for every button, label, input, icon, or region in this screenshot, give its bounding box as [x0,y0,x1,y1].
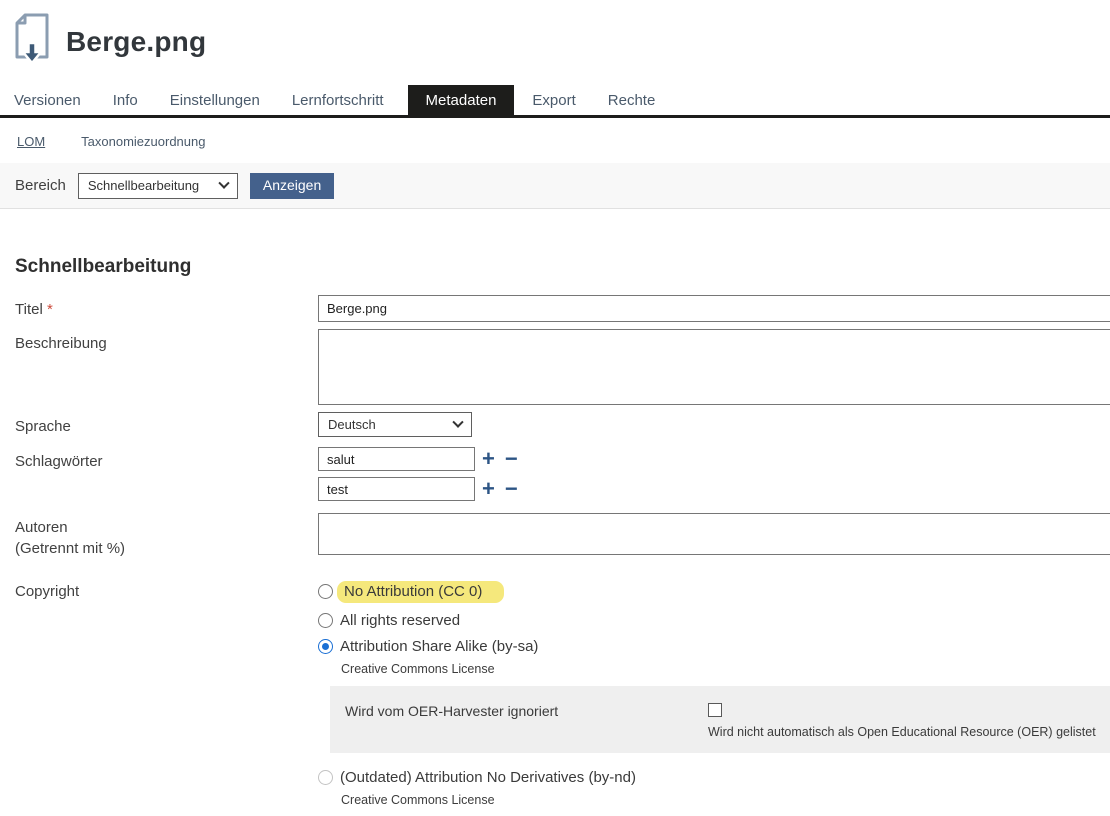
add-keyword-icon[interactable]: + [482,479,495,499]
file-download-icon [12,12,52,71]
page-title: Berge.png [66,26,206,58]
chevron-down-icon [452,416,463,427]
bereich-bar: Bereich Schnellbearbeitung Anzeigen [0,163,1110,209]
cc-license-note: Creative Commons License [341,662,1110,676]
sprache-label: Sprache [15,412,318,437]
bereich-label: Bereich [15,177,66,194]
radio-icon[interactable] [318,613,333,628]
keyword-input-2[interactable] [318,477,475,501]
oer-harvester-box: Wird vom OER-Harvester ignoriert Wird ni… [330,686,1110,753]
tab-einstellungen[interactable]: Einstellungen [154,85,276,115]
page-header: Berge.png [0,0,1110,79]
form-heading: Schnellbearbeitung [15,256,1110,278]
titel-input[interactable] [318,295,1110,322]
tab-lernfortschritt[interactable]: Lernfortschritt [276,85,400,115]
metadata-subnav: LOM Taxonomiezuordnung [0,118,1110,163]
radio-icon-disabled[interactable] [318,770,333,785]
radio-icon[interactable] [318,584,333,599]
tab-metadaten[interactable]: Metadaten [408,85,515,115]
radio-label-highlighted: No Attribution (CC 0) [337,581,504,603]
keyword-input-1[interactable] [318,447,475,471]
oer-harvester-label: Wird vom OER-Harvester ignoriert [345,703,708,753]
tab-export[interactable]: Export [516,85,591,115]
chevron-down-icon [218,177,229,188]
sprache-select[interactable]: Deutsch [318,412,472,437]
sprache-row: Sprache Deutsch [15,412,1110,437]
bereich-select[interactable]: Schnellbearbeitung [78,173,238,199]
subnav-lom[interactable]: LOM [17,134,45,149]
tab-versionen[interactable]: Versionen [0,85,97,115]
beschreibung-label: Beschreibung [15,329,318,354]
radio-option-all-rights[interactable]: All rights reserved [318,612,1110,629]
oer-harvester-description: Wird nicht automatisch als Open Educatio… [708,725,1110,739]
anzeigen-button[interactable]: Anzeigen [250,173,334,199]
keyword-row: + − [318,477,1110,501]
metadata-form: Schnellbearbeitung Titel * Beschreibung … [0,256,1110,816]
radio-option-by-sa[interactable]: Attribution Share Alike (by-sa) [318,638,1110,655]
copyright-label: Copyright [15,577,318,602]
keyword-row: + − [318,447,1110,471]
tab-rechte[interactable]: Rechte [592,85,672,115]
autoren-hint: (Getrennt mit %) [15,540,125,557]
tab-info[interactable]: Info [97,85,154,115]
bereich-select-value: Schnellbearbeitung [88,178,199,193]
subnav-taxonomiezuordnung[interactable]: Taxonomiezuordnung [81,134,205,149]
sprache-select-value: Deutsch [328,417,376,432]
schlagwoerter-label: Schlagwörter [15,447,318,472]
copyright-row: Copyright No Attribution (CC 0) All righ… [15,577,1110,816]
add-keyword-icon[interactable]: + [482,449,495,469]
radio-option-by-nd[interactable]: (Outdated) Attribution No Derivatives (b… [318,769,1110,786]
autoren-label: Autoren (Getrennt mit %) [15,513,318,559]
required-asterisk: * [47,301,53,318]
cc-license-note: Creative Commons License [341,793,1110,807]
autoren-row: Autoren (Getrennt mit %) [15,513,1110,559]
radio-option-cc0[interactable]: No Attribution (CC 0) [318,581,1110,603]
titel-label: Titel * [15,295,318,320]
titel-row: Titel * [15,295,1110,322]
oer-harvester-checkbox[interactable] [708,703,722,717]
remove-keyword-icon[interactable]: − [505,449,518,469]
schlagwoerter-row: Schlagwörter + − + − [15,447,1110,501]
autoren-textarea[interactable] [318,513,1110,555]
radio-icon-selected[interactable] [318,639,333,654]
tab-bar: Versionen Info Einstellungen Lernfortsch… [0,85,1110,115]
remove-keyword-icon[interactable]: − [505,479,518,499]
beschreibung-row: Beschreibung [15,329,1110,405]
beschreibung-textarea[interactable] [318,329,1110,405]
